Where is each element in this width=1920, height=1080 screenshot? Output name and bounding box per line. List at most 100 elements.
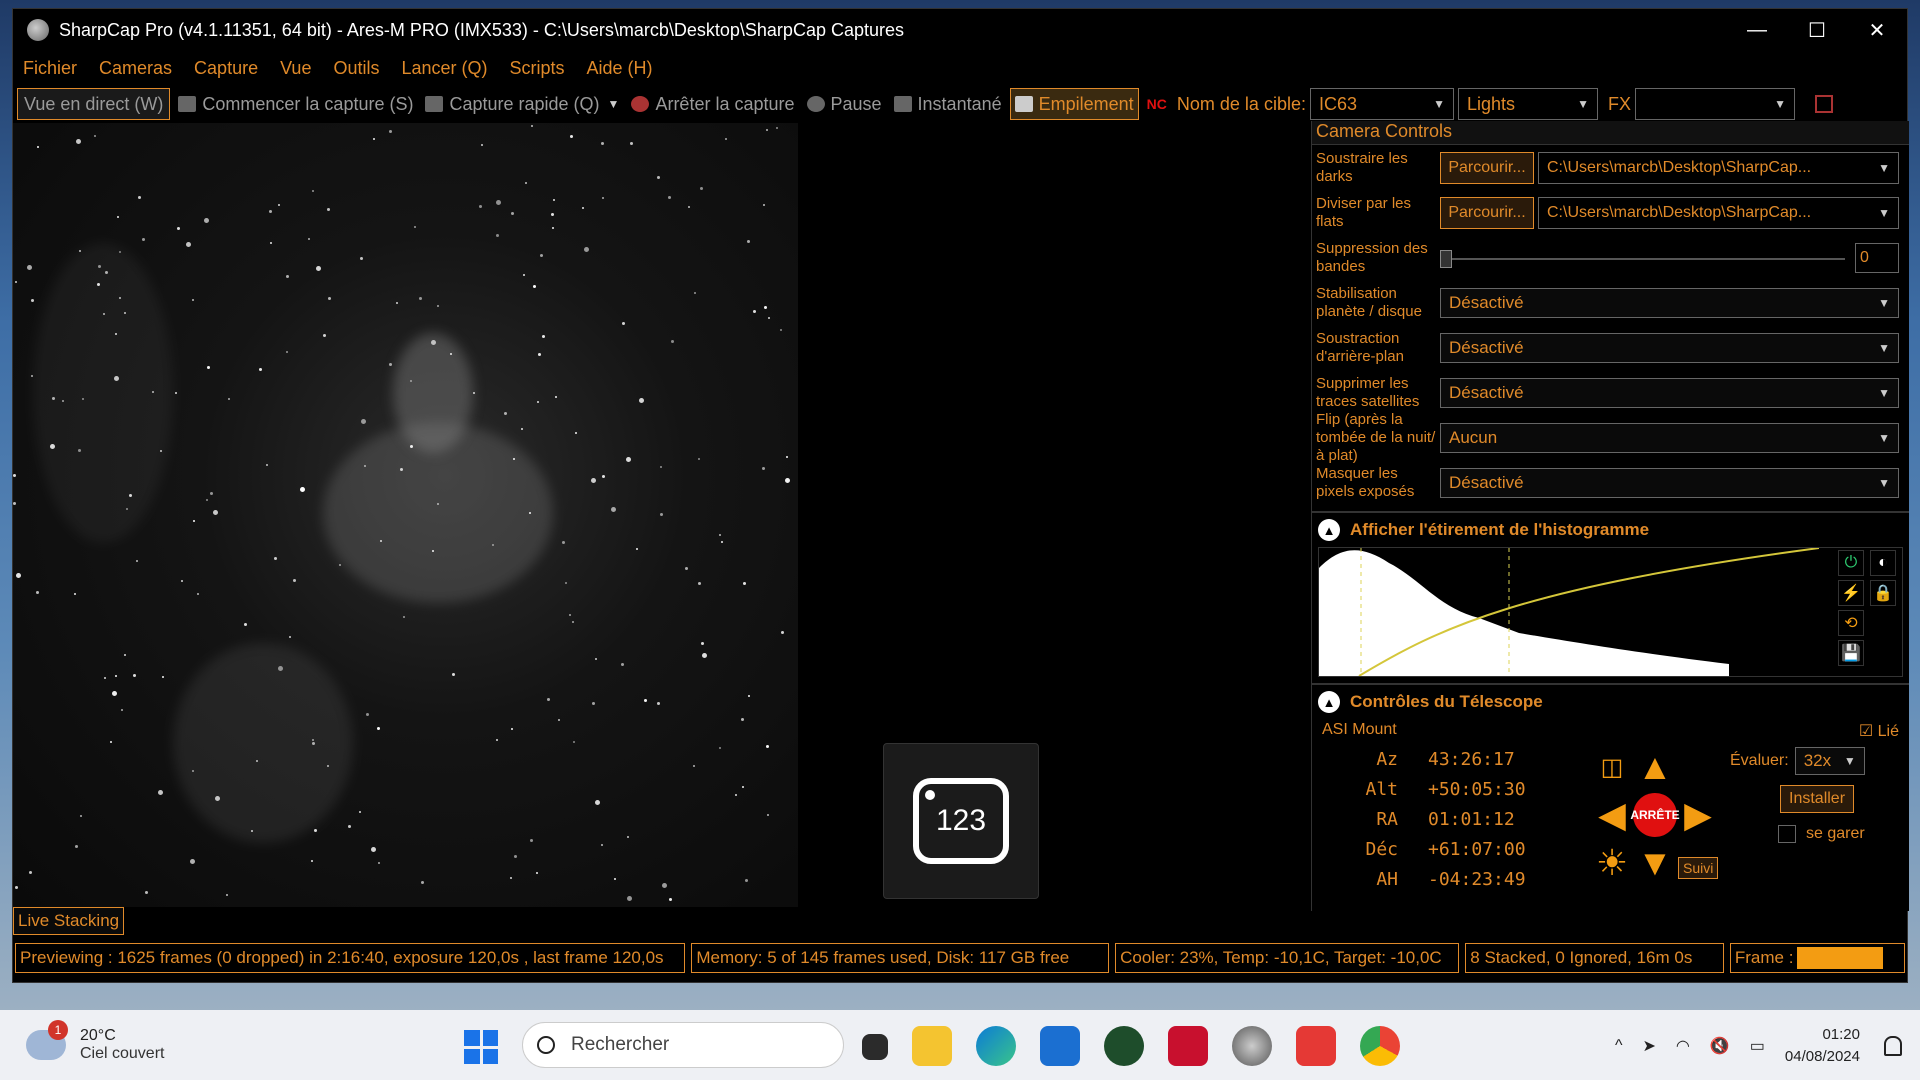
- west-arrow-button[interactable]: ◀: [1590, 793, 1634, 837]
- store-icon[interactable]: [1040, 1026, 1080, 1066]
- minimize-button[interactable]: —: [1727, 19, 1787, 42]
- sharpcap-taskbar-icon[interactable]: [1232, 1026, 1272, 1066]
- star: [78, 449, 81, 452]
- menu-outils[interactable]: Outils: [333, 58, 379, 79]
- power-icon[interactable]: ⏻: [1838, 550, 1864, 576]
- star: [193, 520, 195, 522]
- lightning-icon[interactable]: ⚡: [1838, 580, 1864, 606]
- chevron-up-icon[interactable]: ^: [1615, 1037, 1623, 1055]
- menu-aide[interactable]: Aide (H): [587, 58, 653, 79]
- darks-browse-button[interactable]: Parcourir...: [1440, 151, 1534, 184]
- flip-select[interactable]: Aucun ▼: [1440, 422, 1899, 453]
- linked-checkbox[interactable]: ☑ Lié: [1859, 721, 1899, 741]
- banding-value-field[interactable]: 0: [1855, 242, 1899, 273]
- chevron-up-icon[interactable]: ▲: [1318, 691, 1340, 713]
- rate-select[interactable]: 32x ▼: [1794, 747, 1865, 775]
- chevron-up-icon[interactable]: ▲: [1318, 519, 1340, 541]
- stabilisation-select[interactable]: Désactivé ▼: [1440, 287, 1899, 318]
- star: [278, 666, 283, 671]
- quick-capture-button[interactable]: Capture rapide (Q) ▼: [421, 88, 623, 120]
- astro-image[interactable]: [13, 123, 798, 907]
- target-name-select[interactable]: IC63 ▼: [1309, 88, 1454, 120]
- star: [152, 391, 154, 393]
- star: [496, 739, 498, 741]
- fx-select[interactable]: ▼: [1634, 88, 1795, 120]
- chevron-down-icon: ▼: [1878, 205, 1890, 220]
- star: [538, 353, 541, 356]
- flats-path-select[interactable]: C:\Users\marcb\Desktop\SharpCap... ▼: [1538, 196, 1899, 229]
- track-button[interactable]: Suivi: [1678, 857, 1719, 879]
- star: [496, 200, 501, 205]
- counter-overlay[interactable]: 123: [883, 743, 1039, 899]
- menu-lancer[interactable]: Lancer (Q): [401, 58, 487, 79]
- install-button[interactable]: Installer: [1780, 785, 1855, 813]
- start-capture-button[interactable]: Commencer la capture (S): [174, 88, 417, 120]
- menu-scripts[interactable]: Scripts: [510, 58, 565, 79]
- telescope-header[interactable]: ▲ Contrôles du Télescope: [1312, 685, 1909, 719]
- slider-knob[interactable]: [1440, 249, 1452, 268]
- maximize-button[interactable]: ☐: [1787, 18, 1847, 43]
- frame-type-select[interactable]: Lights ▼: [1457, 88, 1598, 120]
- pause-button[interactable]: Pause: [803, 88, 886, 120]
- background-select[interactable]: Désactivé ▼: [1440, 332, 1899, 363]
- stacking-button[interactable]: Empilement: [1009, 88, 1139, 120]
- live-stacking-tab[interactable]: Live Stacking: [13, 907, 125, 935]
- flip-row: Flip (après la tombée de la nuit/à plat)…: [1312, 411, 1909, 464]
- task-view-icon[interactable]: [862, 1034, 888, 1060]
- chevron-down-icon[interactable]: ▼: [608, 97, 620, 111]
- notification-bell-icon[interactable]: [1884, 1036, 1902, 1056]
- edge-icon[interactable]: [976, 1026, 1016, 1066]
- satellite-select[interactable]: Désactivé ▼: [1440, 377, 1899, 408]
- save-icon[interactable]: 💾: [1838, 640, 1864, 666]
- coord-row: Az 43:26:17: [1322, 749, 1526, 779]
- chevron-down-icon: ▼: [1878, 160, 1890, 175]
- weather-widget[interactable]: 1 20°C Ciel couvert: [26, 1020, 164, 1063]
- star: [323, 334, 326, 337]
- menu-fichier[interactable]: Fichier: [23, 58, 77, 79]
- wifi-icon[interactable]: ◠: [1676, 1036, 1690, 1056]
- chevron-down-icon: ▼: [1878, 430, 1890, 445]
- goto-icon[interactable]: ◫: [1590, 745, 1634, 789]
- live-view-button[interactable]: Vue en direct (W): [17, 88, 171, 120]
- stop-button[interactable]: ARRÊTE: [1630, 793, 1680, 837]
- taskbar-search[interactable]: Rechercher: [522, 1022, 844, 1068]
- location-icon[interactable]: ➤: [1643, 1036, 1656, 1056]
- clock[interactable]: 01:20 04/08/2024: [1785, 1024, 1860, 1068]
- anydesk-icon[interactable]: [1296, 1026, 1336, 1066]
- image-viewer[interactable]: 123: [13, 123, 1306, 913]
- histogram-header[interactable]: ▲ Afficher l'étirement de l'histogramme: [1312, 513, 1909, 547]
- title-bar[interactable]: SharpCap Pro (v4.1.11351, 64 bit) - Ares…: [13, 9, 1907, 51]
- park-checkbox[interactable]: [1778, 825, 1796, 843]
- flats-browse-button[interactable]: Parcourir...: [1440, 196, 1534, 229]
- sun-icon[interactable]: ☀: [1590, 841, 1634, 885]
- battery-icon[interactable]: ▭: [1750, 1036, 1765, 1056]
- chrome-icon[interactable]: [1360, 1026, 1400, 1066]
- windows-logo-tile: [464, 1048, 480, 1064]
- menu-cameras[interactable]: Cameras: [99, 58, 172, 79]
- darks-path-select[interactable]: C:\Users\marcb\Desktop\SharpCap... ▼: [1538, 151, 1899, 184]
- snapshot-button[interactable]: Instantané: [890, 88, 1006, 120]
- mask-select[interactable]: Désactivé ▼: [1440, 467, 1899, 498]
- reset-icon[interactable]: ⟲: [1838, 610, 1864, 636]
- histogram-display[interactable]: ⏻ ◐ ⚡ 🔒 ⟲ 💾: [1318, 547, 1903, 677]
- windows-logo-tile: [482, 1030, 498, 1046]
- start-button[interactable]: [464, 1030, 498, 1064]
- volume-muted-icon[interactable]: 🔇: [1710, 1036, 1730, 1056]
- south-arrow-button[interactable]: ▼: [1633, 841, 1677, 885]
- astro-app-icon[interactable]: [1168, 1026, 1208, 1066]
- stop-capture-button[interactable]: Arrêter la capture: [627, 88, 798, 120]
- menu-vue[interactable]: Vue: [280, 58, 311, 79]
- file-explorer-icon[interactable]: [912, 1026, 952, 1066]
- coord-value: 01:01:12: [1428, 809, 1515, 830]
- contrast-icon[interactable]: ◐: [1870, 550, 1896, 576]
- phd-icon[interactable]: [1104, 1026, 1144, 1066]
- banding-slider[interactable]: [1440, 248, 1845, 268]
- star: [289, 636, 291, 638]
- lock-icon[interactable]: 🔒: [1870, 580, 1896, 606]
- star: [377, 727, 380, 730]
- east-arrow-button[interactable]: ▶: [1676, 793, 1720, 837]
- menu-capture[interactable]: Capture: [194, 58, 258, 79]
- close-button[interactable]: ✕: [1847, 18, 1907, 43]
- star: [622, 322, 625, 325]
- north-arrow-button[interactable]: ▲: [1633, 745, 1677, 789]
